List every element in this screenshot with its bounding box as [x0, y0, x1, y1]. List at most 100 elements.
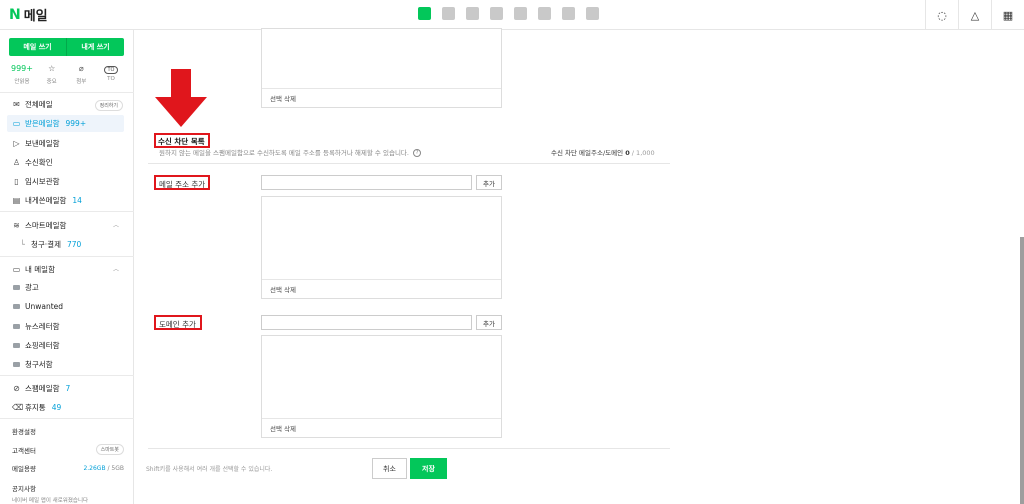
storage-total: / 5GB	[107, 464, 124, 472]
attachment-filter[interactable]: ⌀ 첨부	[68, 64, 94, 85]
receipt-icon: ♙	[12, 157, 21, 167]
email-block-list[interactable]: 선택 삭제	[261, 196, 502, 299]
add-email-button[interactable]: 추가	[476, 175, 502, 190]
sidebar-item-to-me[interactable]: ▤ 내게쓴메일함 14	[12, 193, 82, 207]
sidebar-item-read-receipt[interactable]: ♙ 수신확인	[12, 155, 53, 169]
contacts-app-icon[interactable]	[490, 7, 503, 20]
calendar-app-icon[interactable]	[442, 7, 455, 20]
folder-icon	[12, 360, 21, 369]
support-link[interactable]: 고객센터	[12, 445, 36, 455]
box-footer: 선택 삭제	[262, 279, 501, 298]
sidebar-item-drafts[interactable]: ▯ 임시보관함	[12, 174, 60, 188]
sidebar-item-folder[interactable]: 청구서함	[12, 357, 53, 371]
smartbot-button[interactable]: 스마트봇	[95, 444, 124, 455]
sidebar-item-folder[interactable]: 광고	[12, 280, 39, 294]
sub-branch-icon: └	[20, 239, 25, 249]
block-list-description: 원하지 않는 메일을 스팸메일함으로 수신하도록 메일 주소를 등록하거나 해제…	[159, 147, 422, 157]
prev-list-box[interactable]: 선택 삭제	[261, 28, 502, 108]
write-mail-button[interactable]: 메일 쓰기	[9, 38, 67, 56]
spam-count: 7	[65, 383, 71, 393]
sidebar-item-label: 내게쓴메일함	[25, 195, 67, 205]
storage-value: 2.26GB / 5GB	[83, 465, 124, 472]
sidebar-item-label: 임시보관함	[25, 176, 60, 186]
chevron-up-icon[interactable]: ︿	[113, 264, 119, 273]
trash-icon: ⌫	[12, 402, 24, 412]
divider	[148, 448, 670, 449]
memo-app-icon[interactable]	[466, 7, 479, 20]
sidebar-item-folder[interactable]: Unwanted	[12, 299, 63, 313]
sidebar-item-folder[interactable]: 뉴스레터함	[12, 319, 60, 333]
email-address-input[interactable]	[261, 175, 472, 190]
sidebar-item-billing[interactable]: └ 청구·결제 770	[18, 237, 81, 251]
block-count: 수신 차단 메일주소/도메인 0 / 1,000	[551, 147, 655, 157]
delete-selected-button[interactable]: 선택 삭제	[270, 423, 296, 433]
attachment-label: 첨부	[76, 79, 87, 85]
naver-mail-logo[interactable]: N 메일	[9, 5, 48, 25]
grid-menu-icon[interactable]: ▦	[991, 0, 1024, 30]
help-icon[interactable]: ?	[413, 149, 422, 157]
notice-text-row[interactable]: 네이버 메일 앱이 새로워졌습니다	[12, 496, 124, 504]
sidebar-item-my-folders[interactable]: ▭ 내 메일함	[12, 262, 55, 276]
sidebar-item-label: 수신확인	[25, 157, 53, 167]
sidebar-item-label: 스팸메일함	[25, 383, 60, 393]
sidebar-item-label: 전체메일	[25, 99, 53, 109]
domain-block-list[interactable]: 선택 삭제	[261, 335, 502, 438]
divider	[0, 418, 134, 419]
stack-icon: ≋	[13, 220, 20, 230]
folder-icon: ▭	[12, 264, 21, 274]
write-to-self-button[interactable]: 내게 쓰기	[67, 38, 124, 56]
sidebar-item-all-mail[interactable]: ✉ 전체메일	[12, 97, 53, 111]
folder-icon	[12, 322, 21, 331]
unread-count: 999+	[11, 64, 33, 73]
sidebar-item-spam[interactable]: ⊘ 스팸메일함 7	[12, 381, 70, 395]
to-filter[interactable]: TO TO	[98, 64, 124, 85]
scrollbar-thumb[interactable]	[1020, 237, 1024, 504]
delete-selected-button[interactable]: 선택 삭제	[270, 93, 296, 103]
save-button[interactable]: 저장	[410, 458, 447, 479]
domain-input[interactable]	[261, 315, 472, 330]
chevron-up-icon[interactable]: ︿	[113, 220, 119, 229]
sidebar-item-folder[interactable]: 쇼핑레터함	[12, 338, 60, 352]
sidebar-item-inbox[interactable]: ▭ 받은메일함 999+	[7, 115, 124, 132]
sidebar-item-label: 뉴스레터함	[25, 321, 60, 331]
app-name: 메일	[23, 9, 48, 24]
sidebar-item-label: 보낸메일함	[25, 138, 60, 148]
folder-icon	[12, 341, 21, 350]
sidebar-item-label: 쇼핑레터함	[25, 340, 60, 350]
divider	[0, 375, 134, 376]
main-content: 선택 삭제 수신 차단 목록 원하지 않는 메일을 스팸메일함으로 수신하도록 …	[134, 28, 1024, 504]
sidebar-item-trash[interactable]: ⌫ 휴지통 49	[12, 400, 61, 414]
add-domain-button[interactable]: 추가	[476, 315, 502, 330]
unread-filter[interactable]: 999+ 안읽음	[9, 64, 35, 85]
to-me-count: 14	[72, 195, 82, 205]
mail-app-icon[interactable]	[418, 7, 431, 20]
todo-app-icon[interactable]	[538, 7, 551, 20]
notice-text: 네이버 메일 앱이 새로워졌습니다	[12, 498, 89, 504]
bookmark-app-icon[interactable]	[586, 7, 599, 20]
blog-app-icon[interactable]	[562, 7, 575, 20]
send-icon: ▷	[13, 138, 20, 148]
settings-label: 환경설정	[12, 428, 36, 436]
naver-n-logo: N	[9, 6, 21, 23]
notice-label: 공지사항	[12, 485, 36, 493]
settings-link[interactable]: 환경설정	[12, 426, 124, 436]
chat-icon[interactable]: ◌	[925, 0, 958, 30]
sidebar-item-smart-mailbox[interactable]: ≋ 스마트메일함	[12, 218, 66, 232]
inbox-icon: ▭	[12, 119, 21, 128]
write-buttons: 메일 쓰기 내게 쓰기	[9, 38, 124, 56]
storage-used: 2.26GB	[83, 464, 106, 472]
bell-icon[interactable]: △	[958, 0, 991, 30]
shift-hint: Shift키를 사용해서 여러 개를 선택할 수 있습니다.	[146, 466, 273, 473]
star-icon: ☆	[48, 64, 56, 73]
red-arrow-annotation	[155, 69, 207, 127]
notice-link[interactable]: 공지사항	[12, 483, 124, 493]
organize-button[interactable]: 정리하기	[94, 100, 123, 111]
cancel-button[interactable]: 취소	[372, 458, 407, 479]
delete-selected-button[interactable]: 선택 삭제	[270, 284, 296, 294]
mybox-app-icon[interactable]	[514, 7, 527, 20]
divider	[0, 256, 134, 257]
important-filter[interactable]: ☆ 중요	[39, 64, 65, 85]
to-icon: TO	[103, 66, 118, 74]
block-count-label: 수신 차단 메일주소/도메인	[551, 149, 624, 157]
sidebar-item-sent[interactable]: ▷ 보낸메일함	[12, 136, 60, 150]
